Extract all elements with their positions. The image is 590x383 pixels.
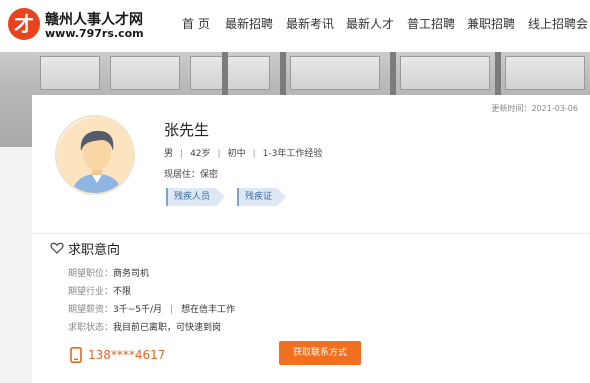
nav-latest-talent[interactable]: 最新人才: [346, 0, 394, 52]
logo-url: www.797rs.com: [45, 27, 144, 40]
row-label: 期望职位：: [68, 269, 114, 279]
row-value: 不限: [113, 287, 132, 297]
update-time: 更新时间：2021-03-06: [491, 104, 579, 113]
site-logo[interactable]: 才 赣州人事人才网 www.797rs.com: [8, 6, 144, 46]
gender: 男: [164, 149, 174, 159]
heart-icon: [50, 242, 64, 254]
nav-general-workers[interactable]: 普工招聘: [407, 0, 455, 52]
get-contact-button[interactable]: 获取联系方式: [279, 341, 361, 365]
experience: 1-3年工作经验: [262, 149, 323, 159]
tag-disabled-person: 残疾人员: [166, 188, 225, 206]
row-extra: 想在信丰工作: [181, 305, 236, 315]
tag-disability-certificate: 残疾证: [237, 188, 286, 206]
site-header: 才 赣州人事人才网 www.797rs.com 首 页 最新招聘 最新考讯 最新…: [0, 0, 590, 52]
candidate-basic-info: 男 | 42岁 | 初中 | 1-3年工作经验: [164, 149, 323, 159]
residence: 现居住：保密: [164, 170, 219, 180]
candidate-name: 张先生: [164, 121, 210, 139]
age: 42岁: [190, 149, 211, 159]
row-value: 商务司机: [113, 269, 150, 279]
row-expected-position: 期望职位：商务司机: [68, 266, 149, 279]
resume-card: 更新时间：2021-03-06 张先生 男 | 42岁 | 初中 | 1-3年工作经验 现居…: [32, 95, 590, 383]
nav-latest-jobs[interactable]: 最新招聘: [225, 0, 273, 52]
row-label: 期望薪资：: [68, 305, 114, 315]
nav-home[interactable]: 首 页: [182, 0, 210, 52]
logo-title: 赣州人事人才网: [45, 12, 143, 28]
phone-number: 138****4617: [88, 348, 166, 362]
row-job-status: 求职状态：我目前已离职，可快速到岗: [68, 320, 221, 333]
divider: [32, 233, 590, 234]
row-value: 3千~5千/月: [113, 305, 163, 315]
row-value: 我目前已离职，可快速到岗: [113, 323, 222, 333]
nav-online-fair[interactable]: 线上招聘会: [528, 0, 588, 52]
row-label: 求职状态：: [68, 323, 114, 333]
row-expected-salary: 期望薪资：3千~5千/月 | 想在信丰工作: [68, 305, 236, 315]
phone-icon: [70, 347, 82, 363]
education: 初中: [227, 149, 246, 159]
logo-icon: 才: [8, 8, 40, 40]
nav-latest-exams[interactable]: 最新考讯: [286, 0, 334, 52]
avatar-icon: [57, 117, 133, 193]
nav-part-time[interactable]: 兼职招聘: [467, 0, 515, 52]
row-label: 期望行业：: [68, 287, 114, 297]
avatar: [55, 115, 135, 195]
section-title-intention: 求职意向: [68, 243, 121, 258]
row-expected-industry: 期望行业：不限: [68, 284, 131, 297]
